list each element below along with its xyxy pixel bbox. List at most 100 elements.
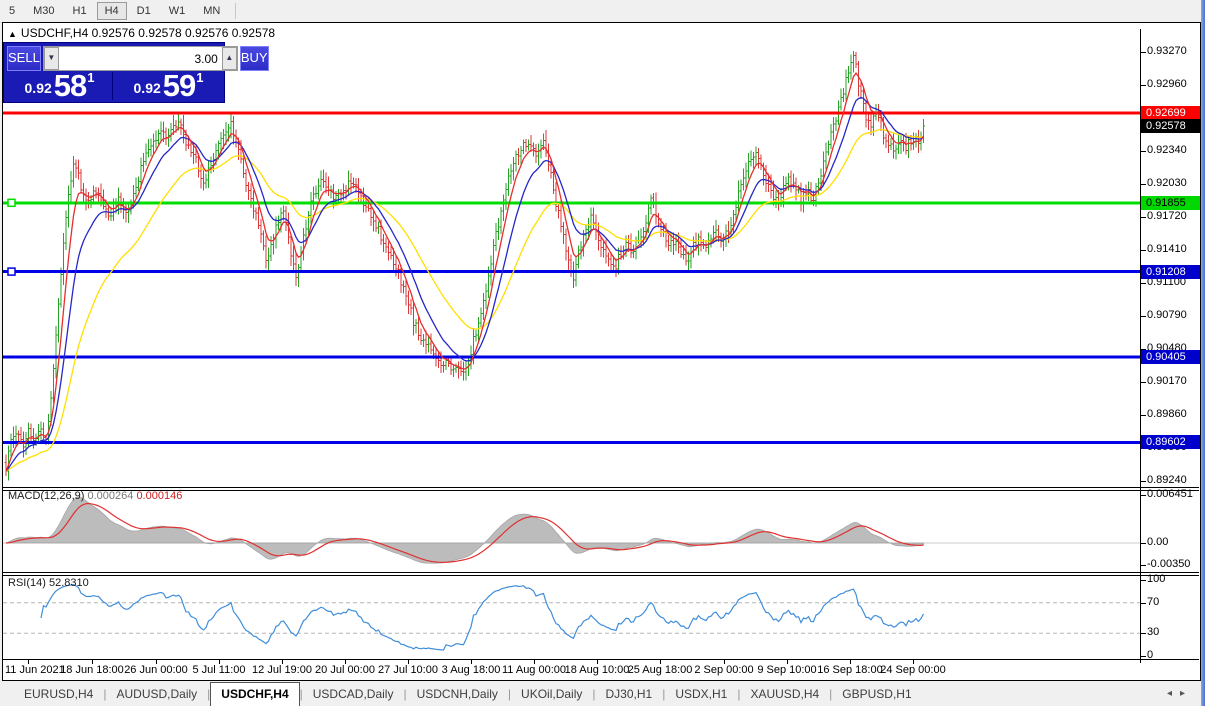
price-axis-tick <box>1141 415 1146 416</box>
price-axis-tick-label: 0.92030 <box>1147 177 1201 189</box>
price-axis-tick-label: 0.90170 <box>1147 375 1201 387</box>
sell-price-display[interactable]: 0.92 58 1 <box>7 72 112 100</box>
price-axis-tick <box>1141 250 1146 251</box>
price-axis-tick <box>1141 52 1146 53</box>
panel-separator <box>3 659 1199 660</box>
tabs-scroll-left-icon[interactable]: ◂ <box>1167 688 1180 699</box>
sell-price-major: 0.92 <box>25 80 52 96</box>
price-badge: 0.91208 <box>1141 265 1200 279</box>
time-axis-tick <box>913 660 914 664</box>
buy-price-pips: 59 <box>163 71 195 100</box>
chart-tab-dj30[interactable]: DJ30,H1 <box>596 683 663 706</box>
timeframe-button-mn[interactable]: MN <box>195 2 228 20</box>
macd-axis-tick <box>1141 543 1146 544</box>
time-axis-tick <box>534 660 535 664</box>
chart-tab-usdcad[interactable]: USDCAD,Daily <box>303 683 404 706</box>
volume-down-icon[interactable]: ▼ <box>44 47 59 70</box>
rsi-axis-label: 30 <box>1147 626 1201 638</box>
panel-separator <box>3 490 1199 491</box>
rsi-value: 52.8310 <box>49 577 89 589</box>
price-badge: 0.91855 <box>1141 196 1200 210</box>
time-axis-tick <box>787 660 788 664</box>
time-axis-tick <box>282 660 283 664</box>
macd-axis-label: 0.006451 <box>1147 488 1201 500</box>
price-axis-tick <box>1141 283 1146 284</box>
rsi-axis-tick <box>1141 603 1146 604</box>
time-axis-tick <box>597 660 598 664</box>
price-axis-tick-label: 0.90790 <box>1147 309 1201 321</box>
window-edge <box>1201 0 1205 706</box>
macd-canvas[interactable] <box>3 490 1140 572</box>
rsi-axis-tick <box>1141 580 1146 581</box>
macd-axis-tick <box>1141 495 1146 496</box>
time-axis-tick <box>345 660 346 664</box>
panel-separator[interactable] <box>3 572 1199 573</box>
one-click-trade-panel: SELL ▼ ▲ BUY 0.92 58 1 0.92 59 1 <box>3 42 225 103</box>
price-axis-tick-label: 0.89240 <box>1147 474 1201 486</box>
macd-axis-tick <box>1141 565 1146 566</box>
tabs-scroll-right-icon[interactable]: ▸ <box>1180 688 1193 699</box>
volume-input[interactable] <box>59 47 222 70</box>
price-axis-tick-label: 0.89860 <box>1147 408 1201 420</box>
price-axis-tick <box>1141 85 1146 86</box>
time-axis-tick <box>471 660 472 664</box>
chart-tab-usdx[interactable]: USDX,H1 <box>665 683 737 706</box>
timeframe-button-w1[interactable]: W1 <box>161 2 194 20</box>
price-badge: 0.90405 <box>1141 350 1200 364</box>
toolbar-separator <box>235 3 236 19</box>
panel-separator <box>3 575 1199 576</box>
timeframe-button-h1[interactable]: H1 <box>65 2 95 20</box>
timeframe-button-m30[interactable]: M30 <box>25 2 62 20</box>
buy-price-major: 0.92 <box>134 80 161 96</box>
time-axis-tick <box>724 660 725 664</box>
buy-button[interactable]: BUY <box>240 46 269 71</box>
volume-up-icon[interactable]: ▲ <box>222 47 237 70</box>
chart-tab-xauusd[interactable]: XAUUSD,H4 <box>740 683 829 706</box>
buy-price-display[interactable]: 0.92 59 1 <box>116 72 221 100</box>
time-axis-tick <box>660 660 661 664</box>
rsi-axis-tick <box>1141 656 1146 657</box>
chart-tab-audusd[interactable]: AUDUSD,Daily <box>106 683 207 706</box>
collapse-icon[interactable]: ▲ <box>8 29 17 39</box>
rsi-axis-label: 100 <box>1147 573 1201 585</box>
time-axis-tick <box>156 660 157 664</box>
price-axis-tick-label: 0.92960 <box>1147 78 1201 90</box>
rsi-axis-label: 70 <box>1147 596 1201 608</box>
sell-button[interactable]: SELL <box>7 46 41 71</box>
macd-signal-value: 0.000146 <box>136 490 182 502</box>
mt4-terminal: 5M30H1H4D1W1MN ▲USDCHF,H4 0.92576 0.9257… <box>0 0 1205 706</box>
price-axis-tick <box>1141 316 1146 317</box>
chart-tab-gbpusd[interactable]: GBPUSD,H1 <box>832 683 921 706</box>
price-badge: 0.92578 <box>1141 119 1200 133</box>
price-axis-tick <box>1141 184 1146 185</box>
time-axis-tick <box>408 660 409 664</box>
sell-price-pips: 58 <box>54 71 86 100</box>
timeframe-button-h4[interactable]: H4 <box>97 2 127 20</box>
timeframe-button-d1[interactable]: D1 <box>129 2 159 20</box>
price-axis-tick-label: 0.91410 <box>1147 243 1201 255</box>
chart-title: ▲USDCHF,H4 0.92576 0.92578 0.92576 0.925… <box>8 26 275 40</box>
macd-axis-label: -0.00350 <box>1147 558 1201 570</box>
time-axis-label: 24 Sep 00:00 <box>873 664 953 676</box>
chart-tab-eurusd[interactable]: EURUSD,H4 <box>14 683 103 706</box>
chart-tab-usdchf[interactable]: USDCHF,H4 <box>210 682 299 706</box>
chart-tab-ukoil[interactable]: UKOil,Daily <box>511 683 592 706</box>
price-badge: 0.89602 <box>1141 435 1200 449</box>
panel-separator[interactable] <box>3 487 1199 488</box>
timeframe-button-5[interactable]: 5 <box>1 2 23 20</box>
timeframe-toolbar: 5M30H1H4D1W1MN <box>0 0 1205 23</box>
rsi-label: RSI(14) 52.8310 <box>8 577 89 589</box>
time-axis-tick <box>92 660 93 664</box>
time-axis-tick <box>28 660 29 664</box>
price-axis-tick <box>1141 481 1146 482</box>
macd-axis-label: 0.00 <box>1147 536 1201 548</box>
tab-scroll-nav: ◂▸ <box>1167 688 1193 699</box>
price-axis-tick <box>1141 217 1146 218</box>
price-axis-tick <box>1141 382 1146 383</box>
rsi-canvas[interactable] <box>3 575 1140 659</box>
rsi-axis-tick <box>1141 633 1146 634</box>
price-axis-tick-label: 0.92340 <box>1147 144 1201 156</box>
price-axis-tick-label: 0.93270 <box>1147 45 1201 57</box>
chart-tab-usdcnh[interactable]: USDCNH,Daily <box>407 683 508 706</box>
rsi-axis-label: 0 <box>1147 649 1201 661</box>
